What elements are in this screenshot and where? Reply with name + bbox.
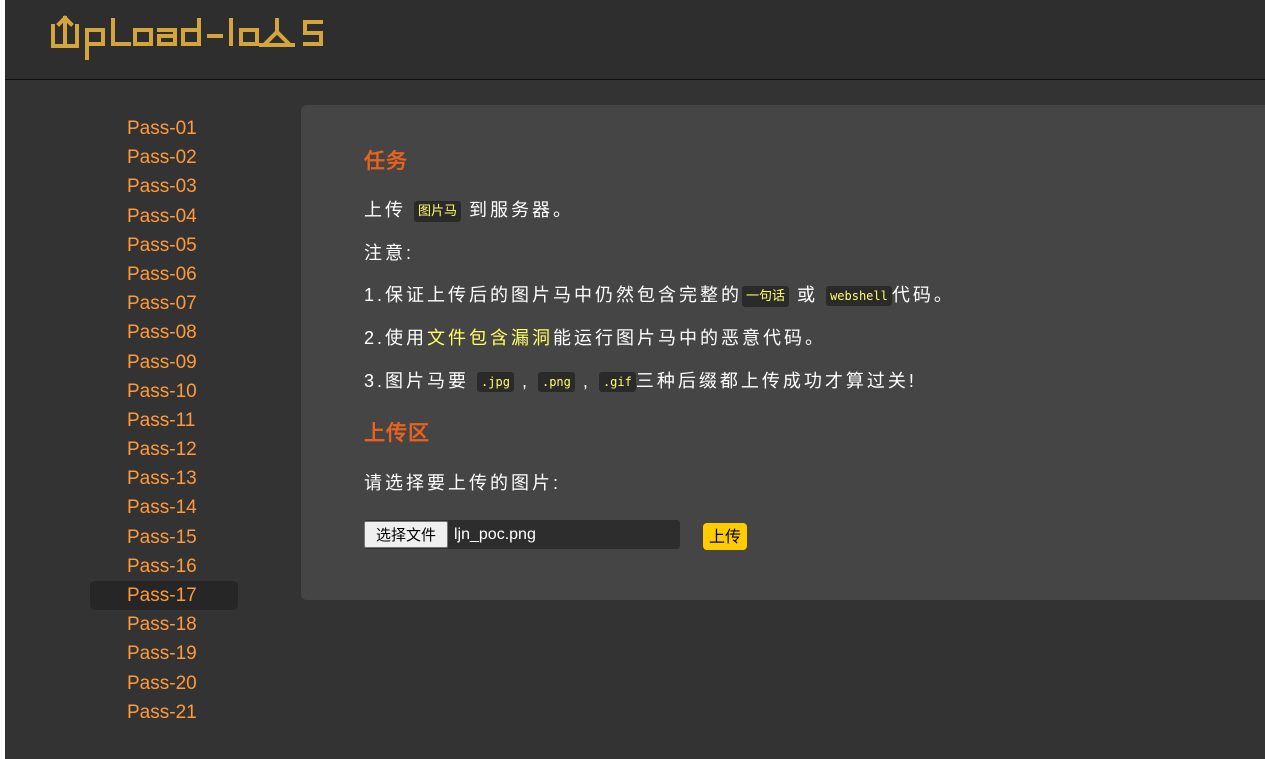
header-bar (5, 0, 1265, 80)
sidebar-item-pass-01[interactable]: Pass-01 (90, 114, 238, 143)
sidebar-item-pass-14[interactable]: Pass-14 (90, 493, 238, 522)
choose-file-button[interactable]: 选择文件 (364, 521, 448, 548)
sidebar-item-pass-20[interactable]: Pass-20 (90, 669, 238, 698)
upload-prompt: 请选择要上传的图片: (364, 473, 562, 493)
task-note: 注意: (364, 243, 415, 263)
sidebar-item-pass-04[interactable]: Pass-04 (90, 202, 238, 231)
sidebar-item-pass-19[interactable]: Pass-19 (90, 639, 238, 668)
file-input[interactable]: 选择文件 ljn_poc.png (364, 520, 680, 549)
task-item-1-pre: 1.保证上传后的图片马中仍然包含完整的 (364, 285, 743, 305)
sidebar-item-pass-12[interactable]: Pass-12 (90, 435, 238, 464)
task-line-1-post: 到服务器。 (469, 200, 575, 220)
app-window: Pass-01 Pass-02 Pass-03 Pass-04 Pass-05 Pass-… (5, 0, 1265, 759)
site-logo[interactable] (49, 12, 339, 66)
upload-button[interactable]: 上传 (703, 523, 747, 550)
task-item-2-post: 能运行图片马中的恶意代码。 (553, 328, 827, 348)
sidebar-item-pass-21[interactable]: Pass-21 (90, 698, 238, 727)
task-item-3-sep-1: , (521, 371, 530, 391)
highlight-file-inclusion: 文件包含漏洞 (427, 328, 554, 348)
sidebar-item-pass-18[interactable]: Pass-18 (90, 610, 238, 639)
main-panel: 任务 上传 图片马 到服务器。 注意: 1.保证上传后的图片马中仍然包含完整的一… (301, 105, 1265, 600)
code-gif: .gif (598, 372, 636, 392)
sidebar-nav: Pass-01 Pass-02 Pass-03 Pass-04 Pass-05 Pass-… (90, 114, 238, 727)
task-item-1-post: 代码。 (891, 285, 955, 305)
sidebar-item-pass-03[interactable]: Pass-03 (90, 172, 238, 201)
task-item-3-post: 三种后缀都上传成功才算过关! (635, 371, 917, 391)
sidebar-item-pass-06[interactable]: Pass-06 (90, 260, 238, 289)
code-jpg: .jpg (477, 372, 514, 392)
selected-file-name: ljn_poc.png (454, 526, 536, 543)
sidebar-item-pass-09[interactable]: Pass-09 (90, 348, 238, 377)
task-item-2: 2.使用文件包含漏洞能运行图片马中的恶意代码。 (364, 324, 826, 350)
task-item-3-sep-2: , (582, 371, 591, 391)
upload-title: 上传区 (364, 422, 430, 445)
sidebar-item-pass-15[interactable]: Pass-15 (90, 523, 238, 552)
sidebar-item-pass-13[interactable]: Pass-13 (90, 464, 238, 493)
sidebar-item-pass-10[interactable]: Pass-10 (90, 377, 238, 406)
task-item-3: 3.图片马要 .jpg , .png , .gif 三种后缀都上传成功才算过关! (364, 367, 917, 393)
task-line-1-pre: 上传 (364, 200, 406, 220)
task-line-1: 上传 图片马 到服务器。 (364, 196, 574, 222)
sidebar-item-pass-07[interactable]: Pass-07 (90, 289, 238, 318)
sidebar-item-pass-05[interactable]: Pass-05 (90, 231, 238, 260)
code-one-liner: 一句话 (742, 286, 790, 307)
sidebar-item-pass-02[interactable]: Pass-02 (90, 143, 238, 172)
task-item-1-mid: 或 (797, 285, 819, 305)
sidebar-item-pass-08[interactable]: Pass-08 (90, 318, 238, 347)
task-title: 任务 (364, 150, 408, 173)
sidebar-item-pass-16[interactable]: Pass-16 (90, 552, 238, 581)
task-item-2-pre: 2.使用 (364, 328, 428, 348)
sidebar-item-pass-11[interactable]: Pass-11 (90, 406, 238, 435)
code-image-trojan: 图片马 (414, 201, 462, 222)
task-item-3-pre: 3.图片马要 (364, 371, 470, 391)
task-item-1: 1.保证上传后的图片马中仍然包含完整的 一句话 或 webshell 代码。 (364, 281, 955, 307)
code-png: .png (537, 372, 575, 392)
code-webshell: webshell (826, 286, 892, 306)
sidebar-item-pass-17[interactable]: Pass-17 (90, 581, 238, 611)
